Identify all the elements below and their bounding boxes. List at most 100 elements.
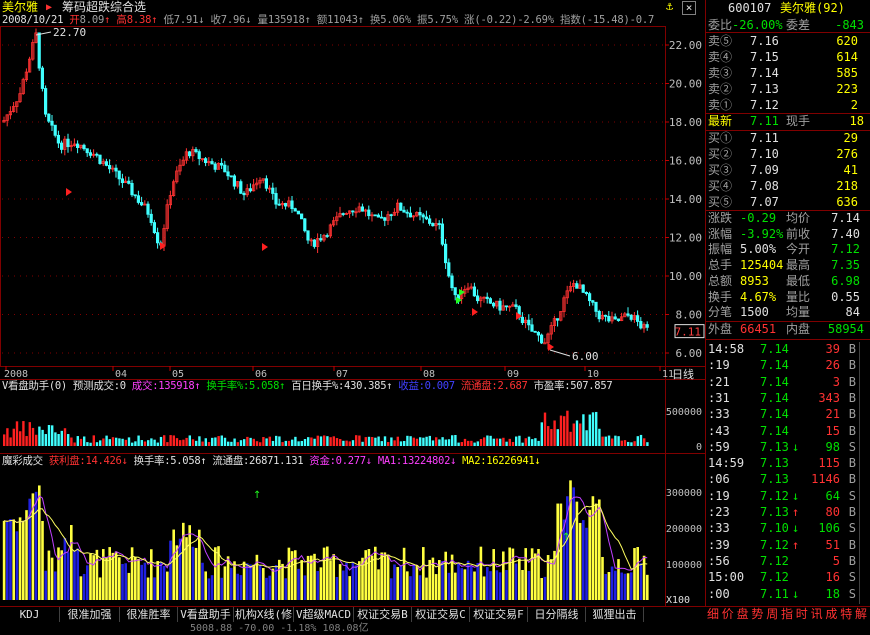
- order-book-row: 卖⑤ 7.16 620: [706, 34, 868, 49]
- info-tab[interactable]: 成: [825, 607, 837, 622]
- volume-bar: [111, 437, 115, 446]
- p3-unit-label: X100: [666, 595, 690, 606]
- color-volume-bar: [194, 547, 198, 600]
- color-volume-bar: [444, 551, 447, 600]
- candle-body: [248, 188, 252, 192]
- volume-bar: [182, 439, 185, 446]
- chart-canvas[interactable]: 22.00 20.00 18.00 16.00 14.00 12.00 10.00 8.00 6…: [0, 0, 705, 606]
- indicator-tab[interactable]: V看盘助手: [178, 607, 234, 622]
- chart-area[interactable]: 22.00 20.00 18.00 16.00 14.00 12.00 10.00 8.00 6…: [0, 0, 705, 606]
- stock-name-title[interactable]: 美尔雅: [2, 1, 38, 14]
- tick-volume: 5: [832, 553, 840, 568]
- candle-body: [408, 212, 413, 218]
- indicator-tab[interactable]: V超级MACD: [294, 607, 354, 622]
- info-tab[interactable]: 时: [796, 607, 808, 622]
- info-tab[interactable]: 细: [707, 607, 719, 622]
- p3-legend-part: ↓: [121, 455, 134, 467]
- info-tab[interactable]: 特: [840, 607, 852, 622]
- candle-body: [536, 331, 541, 336]
- indicator-tab[interactable]: 狐狸出击: [586, 607, 644, 622]
- menu-arrow-icon[interactable]: ▶: [46, 1, 52, 14]
- volume-bar: [419, 437, 422, 446]
- tick-scrollbar[interactable]: [859, 342, 868, 604]
- color-volume-bar: [214, 547, 217, 600]
- volume-bar: [566, 410, 569, 446]
- volume-bar: [211, 437, 214, 446]
- formula-menu-title[interactable]: 筹码超跌综合选: [62, 1, 146, 14]
- order-book-row: 买① 7.11 29: [706, 131, 868, 146]
- p3-legend-part: ↓: [534, 455, 541, 467]
- book-volume: 636: [836, 195, 858, 209]
- volume-bar: [364, 437, 367, 446]
- color-volume-bar: [386, 554, 390, 600]
- candle-body: [229, 175, 233, 178]
- color-volume-bar: [428, 559, 431, 600]
- volume-bar: [159, 436, 163, 446]
- stat-value: 4.67%: [740, 289, 777, 304]
- volume-bar: [601, 436, 604, 446]
- close-icon[interactable]: ×: [682, 1, 696, 15]
- panel2-legend: V看盘助手(0) 预测成交:0 成交:135918↑ 换手率%:5.058↑ 百…: [2, 380, 613, 393]
- indicator-tab[interactable]: 权证交易F: [470, 607, 528, 622]
- indicator-tab[interactable]: 机构X线(修: [234, 607, 294, 622]
- color-volume-bar: [130, 547, 134, 600]
- color-volume-bar: [159, 562, 163, 600]
- info-tab[interactable]: 盘: [737, 607, 749, 622]
- candle-body: [264, 178, 269, 189]
- anchor-icon[interactable]: ⚓: [666, 0, 673, 13]
- color-volume-bar: [146, 577, 150, 600]
- stat-label: 换手: [708, 289, 733, 304]
- info-part: 涨: [457, 14, 475, 26]
- info-tab[interactable]: 周: [766, 607, 778, 622]
- info-tab[interactable]: 势: [751, 607, 763, 622]
- volume-bar: [115, 437, 118, 446]
- candle-body: [108, 165, 112, 170]
- info-tab[interactable]: 价: [722, 607, 734, 622]
- volume-bar: [198, 436, 201, 446]
- candle-body: [82, 144, 86, 150]
- info-tab[interactable]: 解: [855, 607, 867, 622]
- stat-label: 均量: [786, 305, 811, 320]
- candle-body: [530, 324, 534, 332]
- volume-bar: [415, 438, 419, 446]
- indicator-tab[interactable]: 日分隔线: [528, 607, 586, 622]
- info-part: 振: [410, 14, 428, 26]
- tick-side: B: [848, 553, 856, 568]
- info-tab[interactable]: 讯: [811, 607, 823, 622]
- info-tab[interactable]: 指: [781, 607, 793, 622]
- volume-bar: [262, 437, 265, 446]
- diff-value: -843: [835, 18, 864, 32]
- candle-body: [306, 230, 310, 241]
- color-volume-bar: [633, 548, 636, 600]
- indicator-tab[interactable]: 权证交易B: [354, 607, 412, 622]
- color-volume-bar: [626, 573, 630, 600]
- color-volume-bar: [482, 576, 486, 600]
- color-volume-bar: [57, 547, 60, 600]
- info-part: 额: [310, 14, 328, 26]
- color-volume-bar: [6, 521, 9, 600]
- volume-bars: [3, 410, 649, 446]
- color-volume-bar: [137, 558, 140, 600]
- color-volume-bar: [124, 563, 127, 600]
- indicator-tab[interactable]: 权证交易C: [412, 607, 470, 622]
- indicator-tab[interactable]: 很准加强: [60, 607, 120, 622]
- color-volume-bar: [502, 551, 505, 600]
- volume-bar: [172, 435, 175, 446]
- candlestick-series: [2, 28, 649, 350]
- volume-bar: [31, 427, 35, 446]
- stat-value: 1500: [740, 305, 769, 320]
- candle-body: [210, 161, 214, 165]
- candle-body: [533, 330, 537, 333]
- indicator-tab[interactable]: 很准胜率: [120, 607, 178, 622]
- color-volume-bar: [86, 565, 89, 600]
- inner-label: 内盘: [786, 322, 811, 336]
- candle-body: [290, 200, 294, 210]
- color-volume-bar: [559, 503, 563, 600]
- candle-body: [376, 214, 381, 218]
- color-volume-bar: [191, 546, 195, 600]
- p3-legend-part: ↓: [450, 455, 463, 467]
- volume-bar: [143, 441, 147, 446]
- order-book-row: 卖② 7.13 223: [706, 82, 868, 97]
- indicator-tab[interactable]: KDJ: [0, 607, 60, 622]
- y-tick-label: 8.00: [676, 309, 703, 322]
